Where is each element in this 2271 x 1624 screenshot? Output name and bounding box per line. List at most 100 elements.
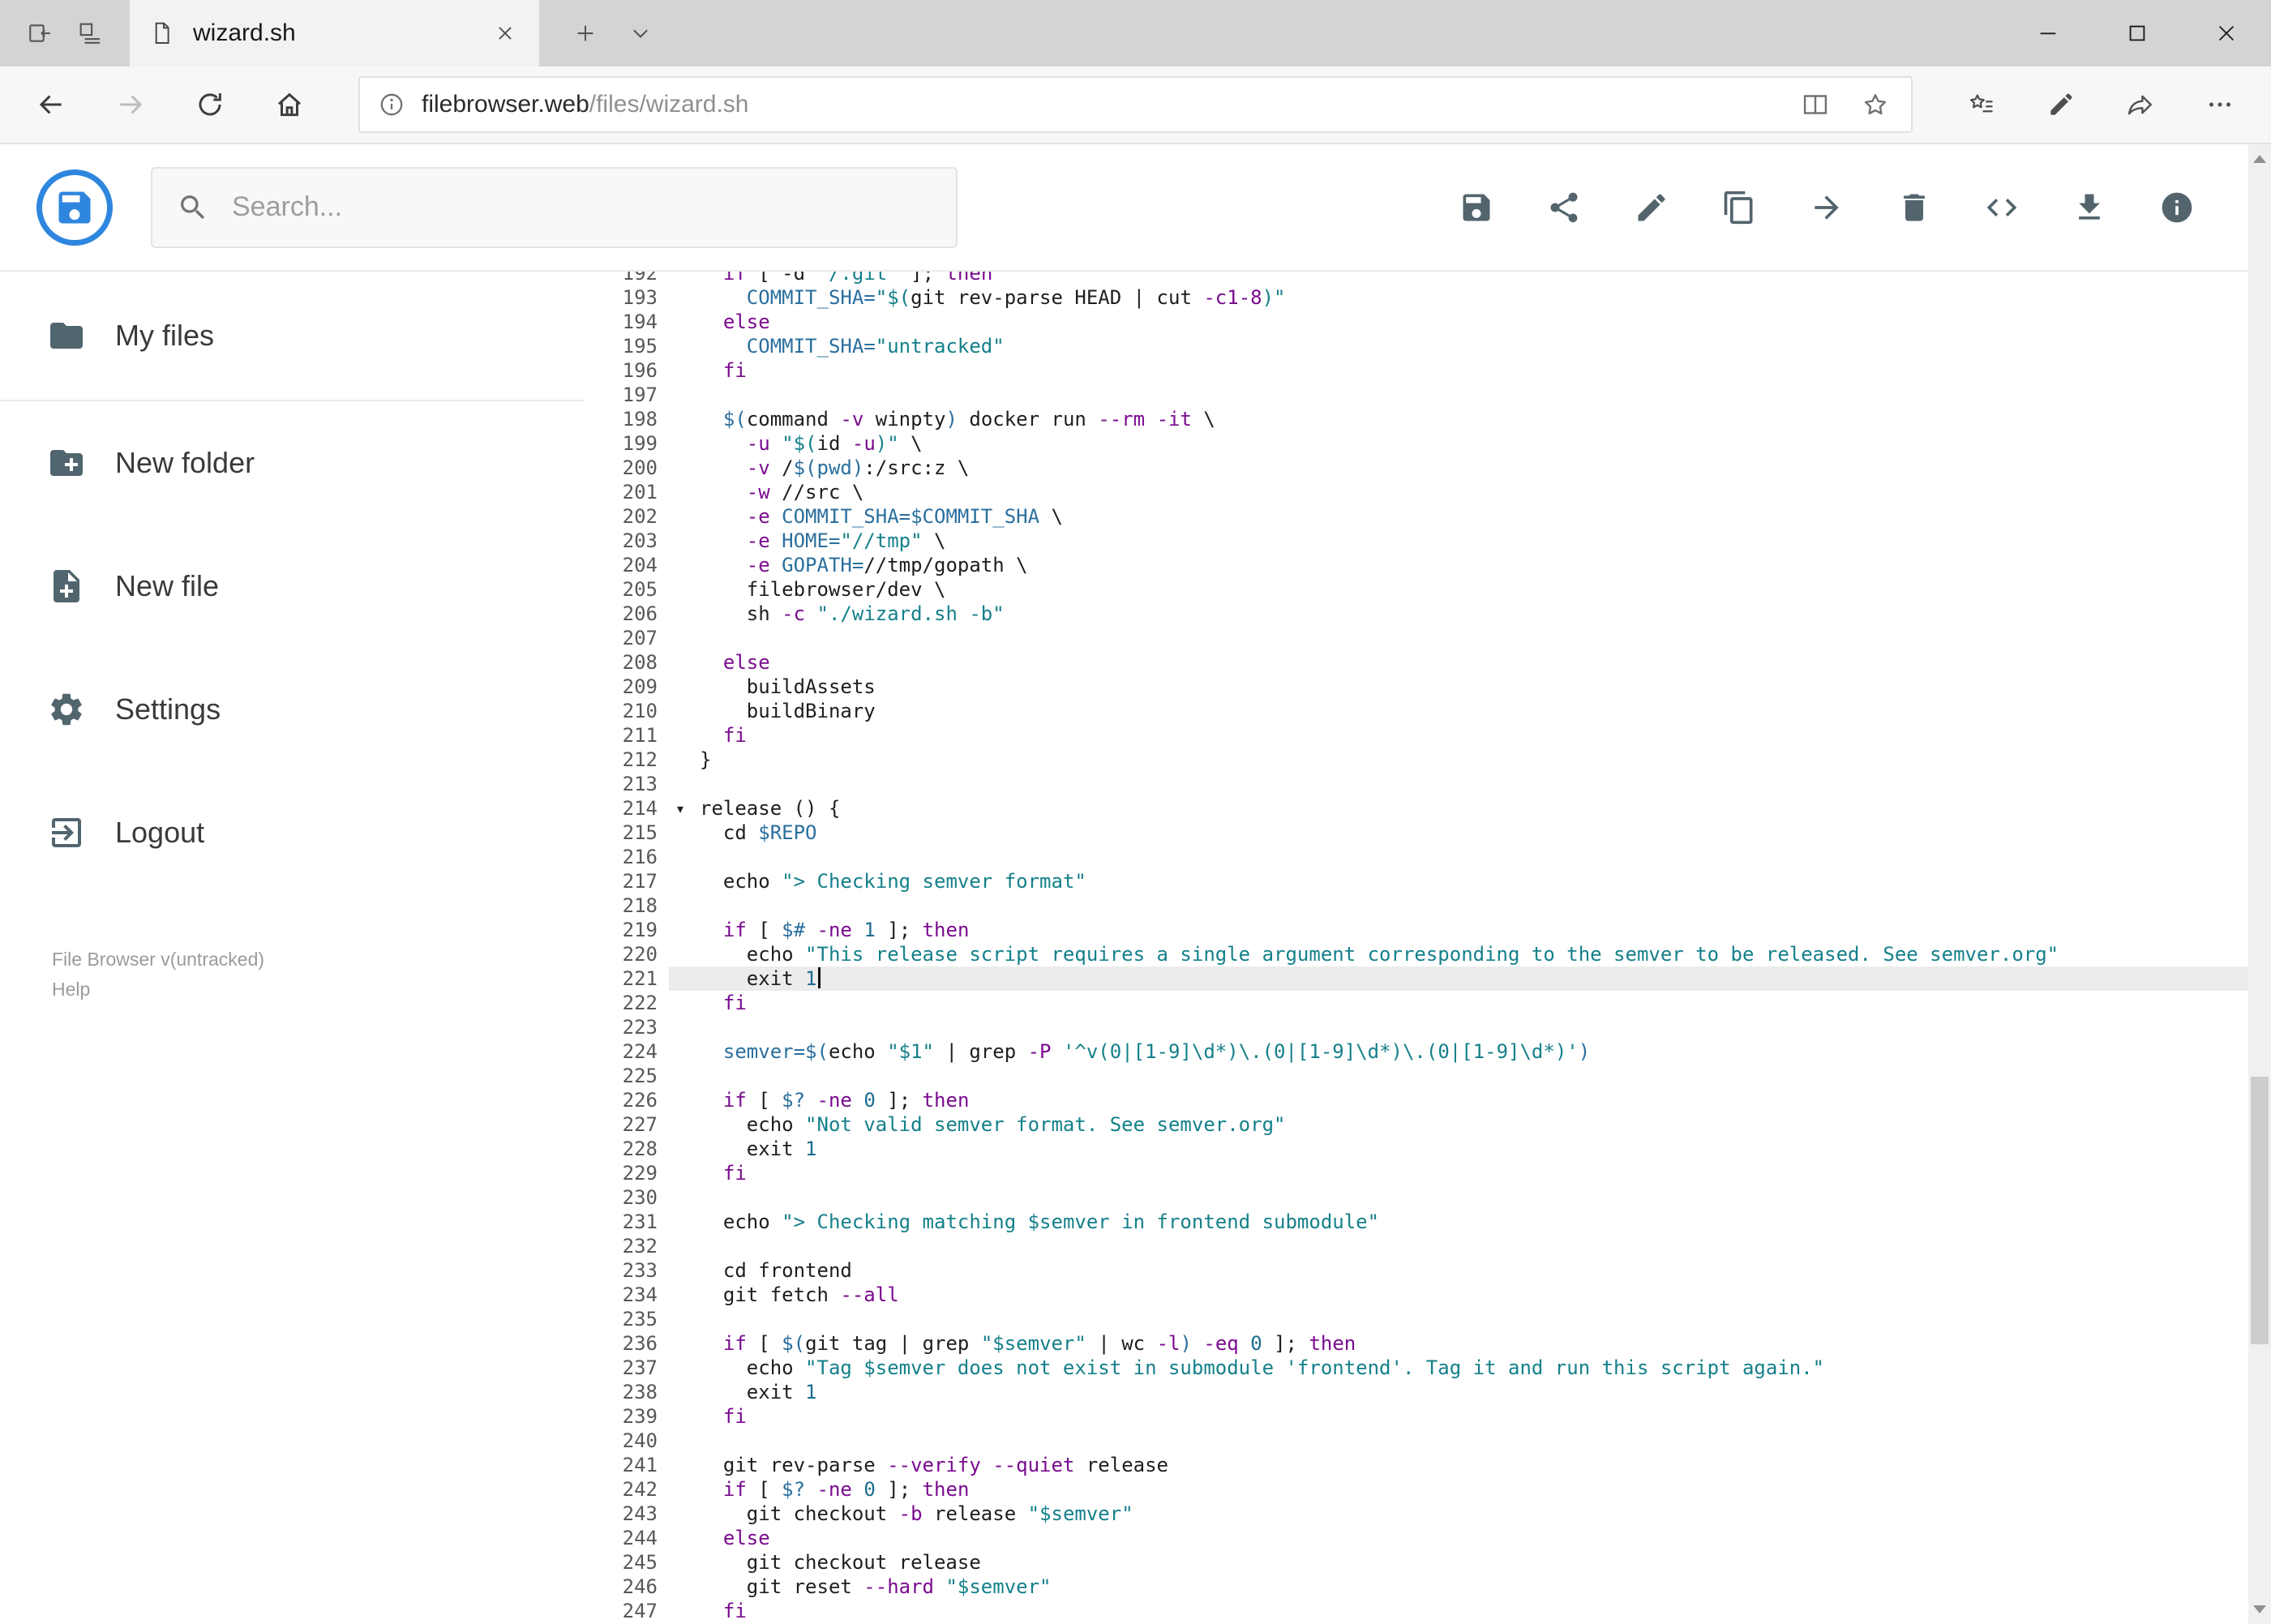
address-bar[interactable]: filebrowser.web/files/wizard.sh xyxy=(358,76,1913,133)
code-line-247[interactable]: 247 fi xyxy=(584,1599,2271,1623)
download-button[interactable] xyxy=(2055,174,2123,242)
code-line-198[interactable]: 198 $(command -v winpty) docker run --rm… xyxy=(584,407,2271,431)
code-line-214[interactable]: 214 ▾ release () { xyxy=(584,796,2271,821)
code-line-192[interactable]: 192 if [ -d "/.git" ]; then xyxy=(584,272,2271,285)
fold-arrow-icon[interactable]: ▾ xyxy=(670,798,691,822)
code-line-234[interactable]: 234 git fetch --all xyxy=(584,1283,2271,1307)
tabs-set-aside-button[interactable] xyxy=(76,19,104,47)
help-link[interactable]: Help xyxy=(52,975,584,1005)
copy-button[interactable] xyxy=(1705,174,1773,242)
rename-button[interactable] xyxy=(1618,174,1686,242)
search-input[interactable] xyxy=(232,191,932,223)
code-line-204[interactable]: 204 -e GOPATH=//tmp/gopath \ xyxy=(584,553,2271,577)
code-line-194[interactable]: 194 else xyxy=(584,310,2271,334)
code-line-243[interactable]: 243 git checkout -b release "$semver" xyxy=(584,1502,2271,1526)
code-line-229[interactable]: 229 fi xyxy=(584,1161,2271,1185)
code-line-211[interactable]: 211 fi xyxy=(584,723,2271,748)
code-line-240[interactable]: 240 xyxy=(584,1429,2271,1453)
code-line-210[interactable]: 210 buildBinary xyxy=(584,699,2271,723)
code-line-218[interactable]: 218 xyxy=(584,893,2271,918)
reading-view-button[interactable] xyxy=(1798,87,1833,122)
code-line-237[interactable]: 237 echo "Tag $semver does not exist in … xyxy=(584,1356,2271,1380)
code-line-203[interactable]: 203 -e HOME="//tmp" \ xyxy=(584,529,2271,553)
code-line-197[interactable]: 197 xyxy=(584,383,2271,407)
code-line-202[interactable]: 202 -e COMMIT_SHA=$COMMIT_SHA \ xyxy=(584,504,2271,529)
code-line-209[interactable]: 209 buildAssets xyxy=(584,675,2271,699)
set-tabs-aside-button[interactable] xyxy=(26,19,54,47)
page-info-icon[interactable] xyxy=(378,91,405,118)
code-line-231[interactable]: 231 echo "> Checking matching $semver in… xyxy=(584,1210,2271,1234)
code-line-216[interactable]: 216 xyxy=(584,845,2271,869)
scrollbar-thumb[interactable] xyxy=(2251,1077,2269,1344)
scroll-up-arrow-icon[interactable] xyxy=(2253,155,2266,163)
back-button[interactable] xyxy=(11,66,91,143)
minimize-button[interactable] xyxy=(2003,0,2093,66)
code-line-228[interactable]: 228 exit 1 xyxy=(584,1137,2271,1161)
code-line-208[interactable]: 208 else xyxy=(584,650,2271,675)
code-line-223[interactable]: 223 xyxy=(584,1015,2271,1039)
code-line-246[interactable]: 246 git reset --hard "$semver" xyxy=(584,1575,2271,1599)
code-line-235[interactable]: 235 xyxy=(584,1307,2271,1331)
code-line-219[interactable]: 219 if [ $# -ne 1 ]; then xyxy=(584,918,2271,942)
search-box[interactable] xyxy=(151,166,958,248)
maximize-button[interactable] xyxy=(2093,0,2182,66)
tab-close-button[interactable] xyxy=(491,19,520,48)
code-line-239[interactable]: 239 fi xyxy=(584,1404,2271,1429)
sidebar-item-new-folder[interactable]: New folder xyxy=(0,401,584,525)
code-line-205[interactable]: 205 filebrowser/dev \ xyxy=(584,577,2271,602)
code-line-236[interactable]: 236 if [ $(git tag | grep "$semver" | wc… xyxy=(584,1331,2271,1356)
move-button[interactable] xyxy=(1793,174,1861,242)
close-window-button[interactable] xyxy=(2182,0,2271,66)
code-line-207[interactable]: 207 xyxy=(584,626,2271,650)
code-line-222[interactable]: 222 fi xyxy=(584,991,2271,1015)
sidebar-item-settings[interactable]: Settings xyxy=(0,648,584,771)
share-page-button[interactable] xyxy=(2101,66,2180,143)
code-line-206[interactable]: 206 sh -c "./wizard.sh -b" xyxy=(584,602,2271,626)
code-line-242[interactable]: 242 if [ $? -ne 0 ]; then xyxy=(584,1477,2271,1502)
sidebar-item-my-files[interactable]: My files xyxy=(0,272,584,400)
code-line-193[interactable]: 193 COMMIT_SHA="$(git rev-parse HEAD | c… xyxy=(584,285,2271,310)
code-line-233[interactable]: 233 cd frontend xyxy=(584,1258,2271,1283)
code-line-200[interactable]: 200 -v /$(pwd):/src:z \ xyxy=(584,456,2271,480)
favorite-star-button[interactable] xyxy=(1858,87,1893,122)
code-line-201[interactable]: 201 -w //src \ xyxy=(584,480,2271,504)
code-line-199[interactable]: 199 -u "$(id -u)" \ xyxy=(584,431,2271,456)
code-line-226[interactable]: 226 if [ $? -ne 0 ]; then xyxy=(584,1088,2271,1112)
tab-menu-button[interactable] xyxy=(628,21,653,45)
web-note-button[interactable] xyxy=(2021,66,2101,143)
code-line-230[interactable]: 230 xyxy=(584,1185,2271,1210)
info-button[interactable] xyxy=(2143,174,2211,242)
code-line-212[interactable]: 212} xyxy=(584,748,2271,772)
code-editor[interactable]: 192 if [ -d "/.git" ]; then 193 COMMIT_SH… xyxy=(584,272,2271,1624)
sidebar-item-new-file[interactable]: New file xyxy=(0,525,584,648)
code-line-221[interactable]: 221 exit 1 xyxy=(584,966,2271,991)
code-line-213[interactable]: 213 xyxy=(584,772,2271,796)
code-line-217[interactable]: 217 echo "> Checking semver format" xyxy=(584,869,2271,893)
browser-tab[interactable]: wizard.sh xyxy=(130,0,539,66)
url-text[interactable]: filebrowser.web/files/wizard.sh xyxy=(422,91,1781,118)
hub-button[interactable] xyxy=(1942,66,2021,143)
save-button[interactable] xyxy=(1442,174,1510,242)
page-scrollbar[interactable] xyxy=(2248,144,2271,1624)
code-line-224[interactable]: 224 semver=$(echo "$1" | grep -P '^v(0|[… xyxy=(584,1039,2271,1064)
code-line-244[interactable]: 244 else xyxy=(584,1526,2271,1550)
code-line-245[interactable]: 245 git checkout release xyxy=(584,1550,2271,1575)
refresh-button[interactable] xyxy=(170,66,250,143)
more-button[interactable] xyxy=(2180,66,2260,143)
home-button[interactable] xyxy=(250,66,329,143)
code-line-238[interactable]: 238 exit 1 xyxy=(584,1380,2271,1404)
code-line-215[interactable]: 215 cd $REPO xyxy=(584,821,2271,845)
code-line-225[interactable]: 225 xyxy=(584,1064,2271,1088)
code-line-241[interactable]: 241 git rev-parse --verify --quiet relea… xyxy=(584,1453,2271,1477)
code-line-196[interactable]: 196 fi xyxy=(584,358,2271,383)
code-line-220[interactable]: 220 echo "This release script requires a… xyxy=(584,942,2271,966)
code-line-195[interactable]: 195 COMMIT_SHA="untracked" xyxy=(584,334,2271,358)
code-line-232[interactable]: 232 xyxy=(584,1234,2271,1258)
source-code-button[interactable] xyxy=(1968,174,2036,242)
sidebar-item-logout[interactable]: Logout xyxy=(0,771,584,894)
forward-button[interactable] xyxy=(91,66,170,143)
share-button[interactable] xyxy=(1530,174,1598,242)
new-tab-button[interactable] xyxy=(573,21,598,45)
scroll-down-arrow-icon[interactable] xyxy=(2253,1605,2266,1613)
app-logo[interactable] xyxy=(36,169,113,246)
